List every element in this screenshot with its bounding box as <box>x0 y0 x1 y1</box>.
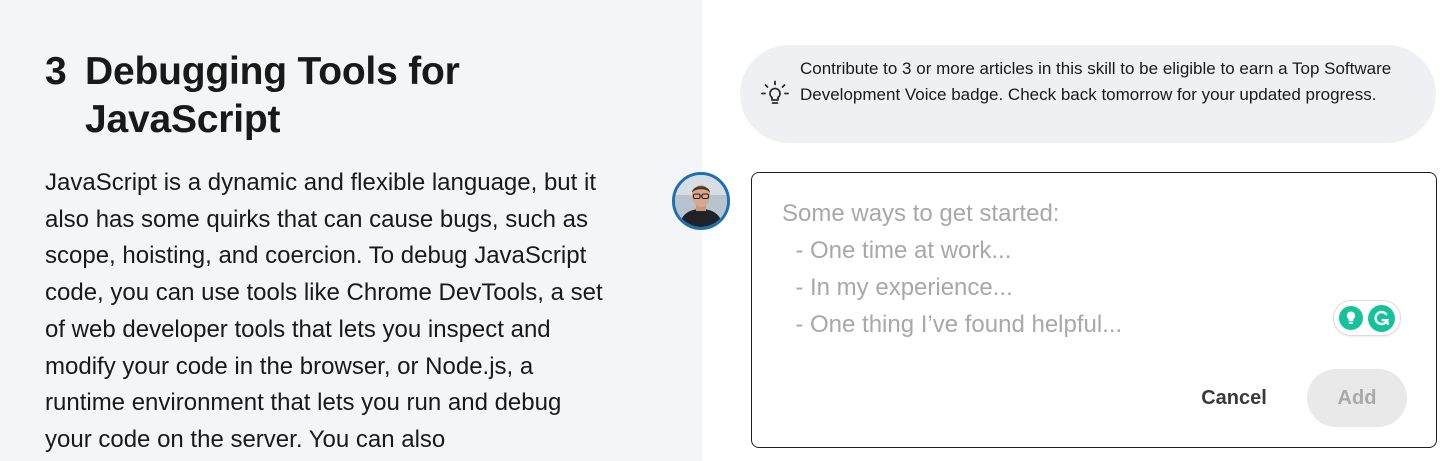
grammarly-logo-icon[interactable] <box>1368 305 1395 332</box>
section-number: 3 <box>45 50 67 93</box>
section-heading: 3 Debugging Tools for JavaScript <box>45 48 505 144</box>
grammarly-widget[interactable] <box>1333 300 1401 336</box>
article-pane: 3 Debugging Tools for JavaScript JavaScr… <box>0 0 702 461</box>
editor-placeholder[interactable]: Some ways to get started: - One time at … <box>782 195 1302 343</box>
add-button[interactable]: Add <box>1307 369 1407 427</box>
grammarly-suggestion-icon[interactable] <box>1339 306 1363 330</box>
user-avatar <box>672 172 730 230</box>
cancel-button[interactable]: Cancel <box>1179 369 1289 427</box>
tip-text: Contribute to 3 or more articles in this… <box>800 59 1392 104</box>
article-body: JavaScript is a dynamic and flexible lan… <box>45 169 603 453</box>
page: 3 Debugging Tools for JavaScript JavaScr… <box>0 0 1456 461</box>
contribution-editor[interactable]: Some ways to get started: - One time at … <box>751 172 1437 448</box>
tip-banner: Contribute to 3 or more articles in this… <box>740 45 1436 143</box>
section-title: Debugging Tools for JavaScript <box>85 50 460 141</box>
lightbulb-icon <box>761 80 789 104</box>
avatar-photo <box>675 175 727 227</box>
